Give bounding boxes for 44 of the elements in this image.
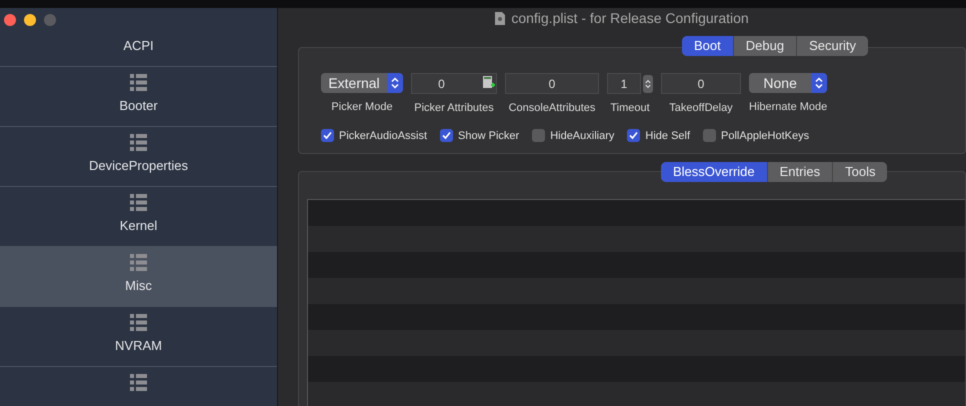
input-field[interactable]: 0 [661,73,741,94]
sidebar-item[interactable]: NVRAM [0,307,277,367]
checkbox[interactable] [532,129,546,142]
sidebar-item[interactable]: Booter [0,67,277,127]
list-icon [130,74,147,91]
field-label: TakeoffDelay [669,101,733,116]
field-label: ConsoleAttributes [508,101,596,116]
field-label: Picker Attributes [414,101,494,116]
list-icon [130,194,147,211]
sidebar-item[interactable]: Misc [0,247,277,307]
list-icon [130,254,147,271]
tab[interactable]: BlessOverride [661,162,767,182]
checkbox[interactable] [321,129,334,142]
checkbox-label: Show Picker [458,128,520,144]
chevron-icon [815,77,824,89]
checkbox-label: Hide Self [645,128,690,144]
checkbox[interactable] [627,129,640,142]
tab[interactable]: Boot [682,36,733,56]
sidebar-item[interactable]: DeviceProperties [0,127,277,187]
field-label: Picker Mode [331,100,393,115]
checkbox-label: PickerAudioAssist [339,128,428,144]
popup-button[interactable]: None [749,73,828,93]
document-icon [495,12,506,25]
window-title: config.plist - for Release Configuration [511,9,749,28]
chevron-icon [645,78,651,90]
popup-button[interactable]: External [321,73,403,93]
stepper[interactable] [643,74,653,92]
checkbox[interactable] [703,129,716,142]
field-label: Timeout [610,101,650,116]
list-icon [130,374,147,391]
input-field[interactable]: 0 [411,73,497,94]
tab[interactable]: Tools [832,162,888,182]
field-label: Hibernate Mode [749,100,828,115]
sidebar-item[interactable]: ACPI [0,8,277,67]
input-field[interactable]: 0 [505,73,599,94]
tab[interactable]: Security [796,36,868,56]
checkbox-label: HideAuxiliary [550,128,614,144]
checkbox[interactable] [440,129,454,142]
checkbox-label: PollAppleHotKeys [721,128,810,144]
calculator-icon[interactable] [483,76,495,91]
list-icon [130,314,147,331]
list-icon [130,134,147,151]
input-field[interactable]: 1 [607,73,641,94]
chevron-icon [391,77,399,89]
